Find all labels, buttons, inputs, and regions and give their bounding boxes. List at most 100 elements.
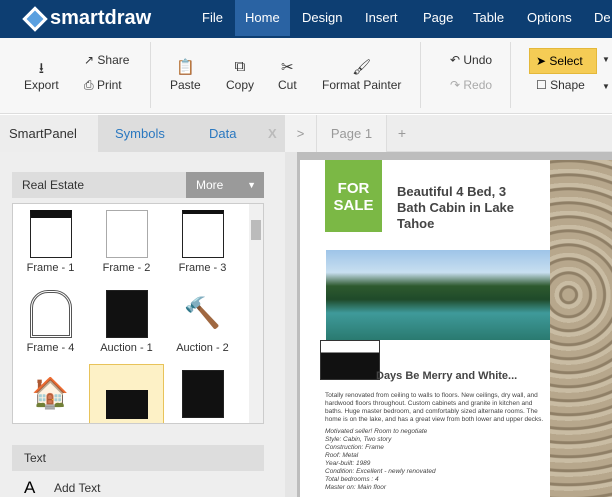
cut-button[interactable]: ✂ Cut <box>278 58 297 92</box>
undo-button[interactable]: ↶ Undo <box>450 53 492 67</box>
detail-line: Construction: Frame <box>325 444 384 451</box>
add-page-icon[interactable]: + <box>388 115 416 152</box>
frame-icon <box>29 210 72 258</box>
skyline-icon <box>105 371 148 419</box>
menu-table[interactable]: Table <box>473 0 504 36</box>
symbol-auction-2[interactable]: 🔨 Auction - 2 <box>165 284 240 364</box>
symbol-house[interactable]: 🏠 <box>13 364 88 423</box>
shape-button[interactable]: ☐ Shape <box>536 78 585 92</box>
selected-skyline-shape[interactable] <box>320 340 380 380</box>
symbol-auction-1[interactable]: Auction - 1 <box>89 284 164 364</box>
add-text-button[interactable]: Add Text <box>54 481 100 495</box>
detail-line: Motivated seller! Room to negotiate <box>325 428 428 435</box>
chevron-down-icon: ▼ <box>247 180 256 190</box>
listing-description[interactable]: Totally renovated from ceiling to walls … <box>325 392 550 492</box>
menu-options[interactable]: Options <box>527 0 572 36</box>
more-label: More <box>196 178 224 192</box>
select-label: Select <box>549 54 583 68</box>
menu-home[interactable]: Home <box>235 0 290 36</box>
redo-button[interactable]: ↷ Redo <box>450 78 492 92</box>
scroll-thumb[interactable] <box>251 220 261 240</box>
symbol-frame-2[interactable]: Frame - 2 <box>89 204 164 284</box>
share-label: Share <box>97 53 130 67</box>
symbols-panel: Real Estate More ▼ Frame - 1 Frame - 2 Fr… <box>0 152 285 497</box>
detail-line: Master on: Main floor <box>325 484 387 491</box>
tab-symbols[interactable]: Symbols <box>115 115 165 152</box>
symbol-label: Frame - 3 <box>178 262 227 274</box>
expand-button[interactable]: > <box>285 115 317 152</box>
panel-tabs: SmartPanel Symbols Data X > Page 1 + <box>0 115 612 152</box>
symbol-label: Frame - 2 <box>102 262 151 274</box>
divider <box>150 42 151 108</box>
logo-icon <box>22 5 48 32</box>
pointer-icon: ➤ <box>536 54 550 68</box>
frame-icon <box>29 290 72 338</box>
library-header: Real Estate More ▼ <box>12 172 264 198</box>
undo-label: Undo <box>463 53 493 67</box>
copy-icon: ⧉ <box>234 58 246 75</box>
ribbon: ⭳ Export ↗ Share ⎙ Print 📋 Paste ⧉ Copy ✂ Cu… <box>0 38 612 114</box>
detail-line: Roof: Metal <box>325 452 359 459</box>
text-icon: A <box>24 478 36 497</box>
badge-line: SALE <box>333 197 374 214</box>
close-panel-button[interactable]: X <box>268 115 277 152</box>
symbol-pen[interactable] <box>165 364 240 423</box>
undo-icon: ↶ <box>450 53 464 67</box>
select-dropdown-icon[interactable]: ▼ <box>602 55 610 64</box>
library-name: Real Estate <box>22 178 85 192</box>
menu-more[interactable]: De <box>594 0 611 36</box>
paste-label: Paste <box>170 78 201 92</box>
tab-smartpanel[interactable]: SmartPanel <box>0 115 98 152</box>
cut-label: Cut <box>278 78 297 92</box>
download-icon: ⭳ <box>38 60 44 77</box>
print-icon: ⎙ <box>84 78 97 92</box>
symbol-grid: Frame - 1 Frame - 2 Frame - 3 Frame - 4 … <box>12 203 264 424</box>
badge-line: FOR <box>337 180 370 197</box>
details-list: Motivated seller! Room to negotiate Styl… <box>325 428 550 492</box>
pen-icon <box>181 370 224 418</box>
symbol-frame-4[interactable]: Frame - 4 <box>13 284 88 364</box>
print-button[interactable]: ⎙ Print <box>84 78 122 93</box>
export-button[interactable]: ⭳ Export <box>24 58 59 92</box>
symbol-skyline[interactable] <box>89 364 164 423</box>
top-bar: smartdraw File Home Design Insert Page T… <box>0 0 612 38</box>
listing-title[interactable]: Beautiful 4 Bed, 3 Bath Cabin in Lake Ta… <box>397 184 537 232</box>
share-button[interactable]: ↗ Share <box>84 53 129 67</box>
lake-photo[interactable] <box>326 250 550 340</box>
select-button[interactable]: ➤ Select <box>529 48 597 74</box>
menu-page[interactable]: Page <box>423 0 453 36</box>
canvas-scrollbar[interactable] <box>285 152 297 497</box>
redo-label: Redo <box>463 78 493 92</box>
menu-insert[interactable]: Insert <box>365 0 398 36</box>
description-paragraph: Totally renovated from ceiling to walls … <box>325 392 544 423</box>
canvas[interactable]: FOR SALE Beautiful 4 Bed, 3 Bath Cabin in… <box>285 152 612 497</box>
more-button[interactable]: More ▼ <box>186 172 264 198</box>
brush-icon: 🖌 <box>352 59 372 76</box>
divider <box>510 42 511 108</box>
shape-dropdown-icon[interactable]: ▼ <box>602 82 610 91</box>
detail-line: Condition: Excellent - newly renovated <box>325 468 436 475</box>
paste-button[interactable]: 📋 Paste <box>170 58 201 92</box>
sold-sign-icon <box>105 290 148 338</box>
copy-button[interactable]: ⧉ Copy <box>226 58 254 92</box>
gavel-icon: 🔨 <box>181 290 224 338</box>
frame-icon <box>181 210 224 258</box>
symbol-scrollbar[interactable] <box>249 204 263 423</box>
format-painter-button[interactable]: 🖌 Format Painter <box>322 58 401 92</box>
symbol-frame-1[interactable]: Frame - 1 <box>13 204 88 284</box>
document-page[interactable]: FOR SALE Beautiful 4 Bed, 3 Bath Cabin in… <box>300 160 550 497</box>
menu-file[interactable]: File <box>202 0 223 36</box>
tab-page-1[interactable]: Page 1 <box>317 115 387 152</box>
format-painter-label: Format Painter <box>322 78 402 92</box>
app-logo: smartdraw <box>22 5 151 32</box>
menu-design[interactable]: Design <box>302 0 342 36</box>
listing-subtitle[interactable]: Days Be Merry and White... <box>376 370 517 382</box>
copy-label: Copy <box>226 78 255 92</box>
detail-line: Total bedrooms : 4 <box>325 476 379 483</box>
tab-data[interactable]: Data <box>209 115 236 152</box>
for-sale-badge[interactable]: FOR SALE <box>325 160 382 232</box>
symbol-label: Auction - 1 <box>100 342 153 354</box>
symbol-frame-3[interactable]: Frame - 3 <box>165 204 240 284</box>
detail-line: Year-built: 1989 <box>325 460 371 467</box>
detail-line: Style: Cabin, Two story <box>325 436 392 443</box>
